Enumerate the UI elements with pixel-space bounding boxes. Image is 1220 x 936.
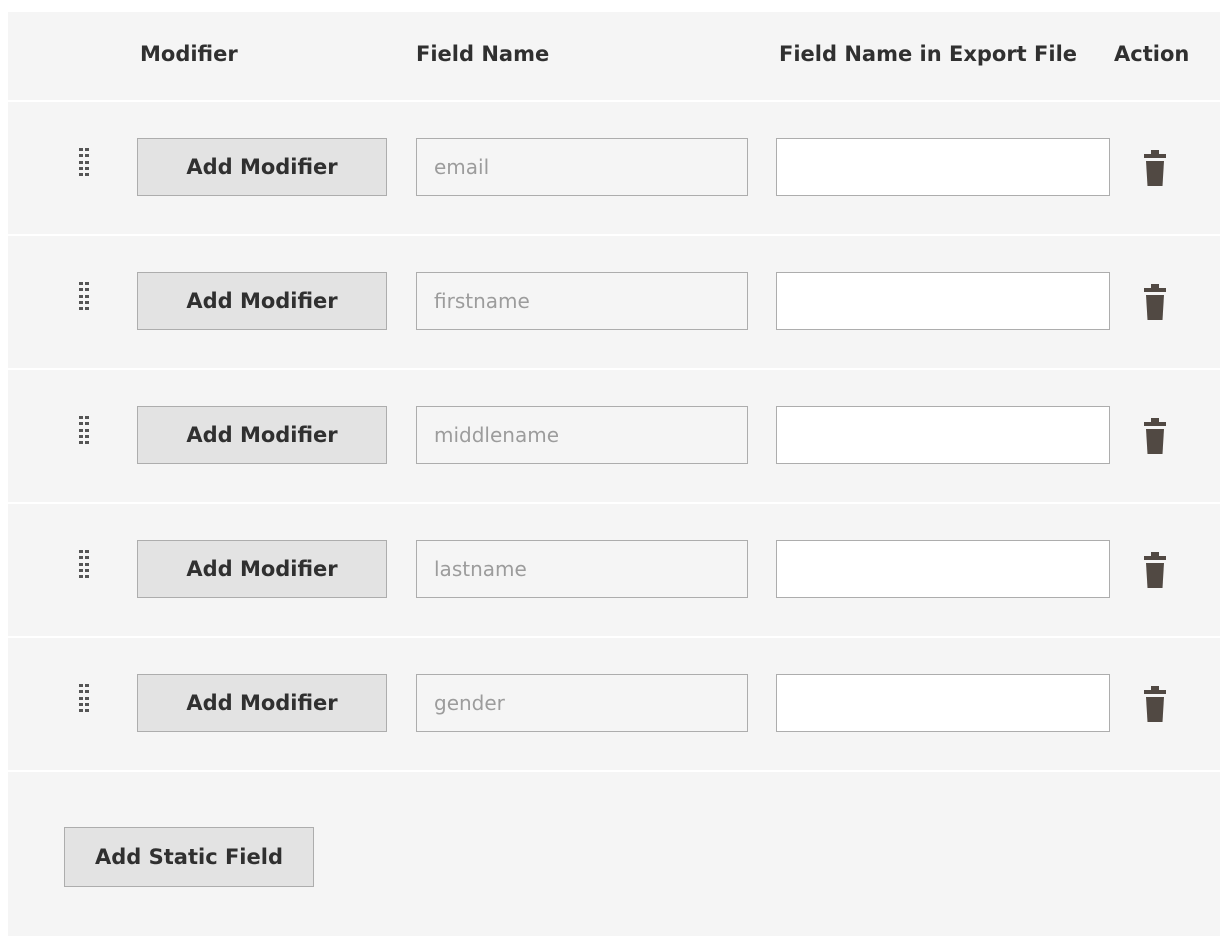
- export-name-input[interactable]: [776, 540, 1110, 598]
- field-name-input[interactable]: [416, 674, 748, 732]
- field-name-input[interactable]: [416, 406, 748, 464]
- trash-icon[interactable]: [1142, 550, 1168, 590]
- add-static-field-button[interactable]: Add Static Field: [64, 827, 314, 887]
- add-modifier-button[interactable]: Add Modifier: [137, 674, 387, 732]
- field-name-input[interactable]: [416, 540, 748, 598]
- export-name-input[interactable]: [776, 272, 1110, 330]
- table-header: Modifier Field Name Field Name in Export…: [8, 12, 1220, 102]
- field-name-input[interactable]: [416, 138, 748, 196]
- trash-icon[interactable]: [1142, 416, 1168, 456]
- field-name-input[interactable]: [416, 272, 748, 330]
- table-row: Add Modifier: [8, 504, 1220, 638]
- export-name-input[interactable]: [776, 138, 1110, 196]
- drag-handle-icon[interactable]: [78, 684, 92, 712]
- header-field-name: Field Name: [416, 42, 550, 66]
- export-name-input[interactable]: [776, 674, 1110, 732]
- trash-icon[interactable]: [1142, 148, 1168, 188]
- export-name-input[interactable]: [776, 406, 1110, 464]
- table-row: Add Modifier: [8, 102, 1220, 236]
- add-modifier-button[interactable]: Add Modifier: [137, 138, 387, 196]
- header-export-name: Field Name in Export File: [779, 42, 1078, 66]
- trash-icon[interactable]: [1142, 684, 1168, 724]
- add-modifier-button[interactable]: Add Modifier: [137, 540, 387, 598]
- drag-handle-icon[interactable]: [78, 550, 92, 578]
- table-row: Add Modifier: [8, 370, 1220, 504]
- drag-handle-icon[interactable]: [78, 416, 92, 444]
- add-modifier-button[interactable]: Add Modifier: [137, 406, 387, 464]
- trash-icon[interactable]: [1142, 282, 1168, 322]
- header-action: Action: [1114, 42, 1190, 66]
- drag-handle-icon[interactable]: [78, 148, 92, 176]
- add-modifier-button[interactable]: Add Modifier: [137, 272, 387, 330]
- table-row: Add Modifier: [8, 236, 1220, 370]
- field-mapping-panel: Modifier Field Name Field Name in Export…: [8, 12, 1220, 936]
- drag-handle-icon[interactable]: [78, 282, 92, 310]
- table-row: Add Modifier: [8, 638, 1220, 772]
- header-modifier: Modifier: [140, 42, 238, 66]
